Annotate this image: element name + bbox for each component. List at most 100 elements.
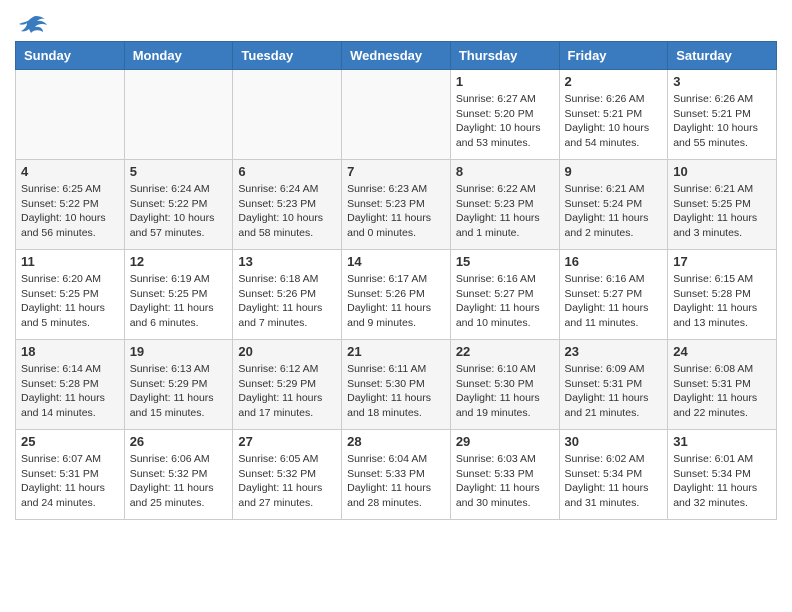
calendar-cell: 10 Sunrise: 6:21 AM Sunset: 5:25 PM Dayli…	[668, 160, 777, 250]
main-container: SundayMondayTuesdayWednesdayThursdayFrid…	[0, 0, 792, 535]
calendar-cell: 17 Sunrise: 6:15 AM Sunset: 5:28 PM Dayli…	[668, 250, 777, 340]
calendar-cell: 15 Sunrise: 6:16 AM Sunset: 5:27 PM Dayli…	[450, 250, 559, 340]
cell-info: Sunrise: 6:24 AM Sunset: 5:23 PM Dayligh…	[238, 182, 336, 241]
cell-info: Sunrise: 6:12 AM Sunset: 5:29 PM Dayligh…	[238, 362, 336, 421]
cell-day-number: 23	[565, 344, 663, 359]
cell-info: Sunrise: 6:11 AM Sunset: 5:30 PM Dayligh…	[347, 362, 445, 421]
cell-info: Sunrise: 6:10 AM Sunset: 5:30 PM Dayligh…	[456, 362, 554, 421]
cell-info: Sunrise: 6:03 AM Sunset: 5:33 PM Dayligh…	[456, 452, 554, 511]
cell-day-number: 18	[21, 344, 119, 359]
calendar-cell: 24Sunrise: 6:08 AM Sunset: 5:31 PM Dayli…	[668, 340, 777, 430]
cell-day-number: 30	[565, 434, 663, 449]
calendar-week-5: 25 Sunrise: 6:07 AM Sunset: 5:31 PM Dayli…	[16, 430, 777, 520]
cell-info: Sunrise: 6:01 AM Sunset: 5:34 PM Dayligh…	[673, 452, 771, 511]
cell-day-number: 27	[238, 434, 336, 449]
calendar-cell: 13 Sunrise: 6:18 AM Sunset: 5:26 PM Dayli…	[233, 250, 342, 340]
cell-info: Sunrise: 6:26 AM Sunset: 5:21 PM Dayligh…	[673, 92, 771, 151]
cell-info: Sunrise: 6:23 AM Sunset: 5:23 PM Dayligh…	[347, 182, 445, 241]
calendar-cell: 25 Sunrise: 6:07 AM Sunset: 5:31 PM Dayli…	[16, 430, 125, 520]
calendar-cell: 20 Sunrise: 6:12 AM Sunset: 5:29 PM Dayli…	[233, 340, 342, 430]
calendar-week-4: 18 Sunrise: 6:14 AM Sunset: 5:28 PM Dayli…	[16, 340, 777, 430]
logo-bird-icon	[19, 15, 47, 37]
cell-day-number: 8	[456, 164, 554, 179]
cell-day-number: 5	[130, 164, 228, 179]
calendar-cell: 22 Sunrise: 6:10 AM Sunset: 5:30 PM Dayli…	[450, 340, 559, 430]
cell-info: Sunrise: 6:16 AM Sunset: 5:27 PM Dayligh…	[456, 272, 554, 331]
cell-day-number: 17	[673, 254, 771, 269]
calendar-cell: 27 Sunrise: 6:05 AM Sunset: 5:32 PM Dayli…	[233, 430, 342, 520]
cell-info: Sunrise: 6:27 AM Sunset: 5:20 PM Dayligh…	[456, 92, 554, 151]
calendar-cell: 4 Sunrise: 6:25 AM Sunset: 5:22 PM Daylig…	[16, 160, 125, 250]
calendar-cell: 5 Sunrise: 6:24 AM Sunset: 5:22 PM Daylig…	[124, 160, 233, 250]
day-header-wednesday: Wednesday	[342, 42, 451, 70]
calendar-cell: 18 Sunrise: 6:14 AM Sunset: 5:28 PM Dayli…	[16, 340, 125, 430]
header	[15, 10, 777, 33]
calendar-cell: 6 Sunrise: 6:24 AM Sunset: 5:23 PM Daylig…	[233, 160, 342, 250]
calendar-cell: 14Sunrise: 6:17 AM Sunset: 5:26 PM Dayli…	[342, 250, 451, 340]
calendar-cell: 16Sunrise: 6:16 AM Sunset: 5:27 PM Dayli…	[559, 250, 668, 340]
cell-day-number: 13	[238, 254, 336, 269]
calendar-week-3: 11Sunrise: 6:20 AM Sunset: 5:25 PM Dayli…	[16, 250, 777, 340]
calendar-cell: 3 Sunrise: 6:26 AM Sunset: 5:21 PM Daylig…	[668, 70, 777, 160]
cell-day-number: 31	[673, 434, 771, 449]
cell-info: Sunrise: 6:24 AM Sunset: 5:22 PM Dayligh…	[130, 182, 228, 241]
cell-day-number: 19	[130, 344, 228, 359]
calendar-header-row: SundayMondayTuesdayWednesdayThursdayFrid…	[16, 42, 777, 70]
cell-day-number: 7	[347, 164, 445, 179]
cell-day-number: 20	[238, 344, 336, 359]
cell-info: Sunrise: 6:25 AM Sunset: 5:22 PM Dayligh…	[21, 182, 119, 241]
calendar-cell: 26Sunrise: 6:06 AM Sunset: 5:32 PM Dayli…	[124, 430, 233, 520]
cell-info: Sunrise: 6:19 AM Sunset: 5:25 PM Dayligh…	[130, 272, 228, 331]
cell-info: Sunrise: 6:21 AM Sunset: 5:25 PM Dayligh…	[673, 182, 771, 241]
cell-day-number: 11	[21, 254, 119, 269]
day-header-friday: Friday	[559, 42, 668, 70]
cell-info: Sunrise: 6:14 AM Sunset: 5:28 PM Dayligh…	[21, 362, 119, 421]
cell-info: Sunrise: 6:22 AM Sunset: 5:23 PM Dayligh…	[456, 182, 554, 241]
calendar-cell: 9 Sunrise: 6:21 AM Sunset: 5:24 PM Daylig…	[559, 160, 668, 250]
cell-day-number: 3	[673, 74, 771, 89]
cell-day-number: 25	[21, 434, 119, 449]
cell-info: Sunrise: 6:09 AM Sunset: 5:31 PM Dayligh…	[565, 362, 663, 421]
cell-info: Sunrise: 6:06 AM Sunset: 5:32 PM Dayligh…	[130, 452, 228, 511]
calendar-cell: 29Sunrise: 6:03 AM Sunset: 5:33 PM Dayli…	[450, 430, 559, 520]
calendar-cell: 21Sunrise: 6:11 AM Sunset: 5:30 PM Dayli…	[342, 340, 451, 430]
calendar-cell: 19Sunrise: 6:13 AM Sunset: 5:29 PM Dayli…	[124, 340, 233, 430]
cell-day-number: 22	[456, 344, 554, 359]
cell-info: Sunrise: 6:26 AM Sunset: 5:21 PM Dayligh…	[565, 92, 663, 151]
calendar-cell: 28Sunrise: 6:04 AM Sunset: 5:33 PM Dayli…	[342, 430, 451, 520]
cell-info: Sunrise: 6:04 AM Sunset: 5:33 PM Dayligh…	[347, 452, 445, 511]
cell-info: Sunrise: 6:02 AM Sunset: 5:34 PM Dayligh…	[565, 452, 663, 511]
calendar-week-1: 1 Sunrise: 6:27 AM Sunset: 5:20 PM Daylig…	[16, 70, 777, 160]
cell-day-number: 6	[238, 164, 336, 179]
calendar-cell: 1 Sunrise: 6:27 AM Sunset: 5:20 PM Daylig…	[450, 70, 559, 160]
cell-info: Sunrise: 6:17 AM Sunset: 5:26 PM Dayligh…	[347, 272, 445, 331]
calendar-cell	[124, 70, 233, 160]
calendar-cell: 23 Sunrise: 6:09 AM Sunset: 5:31 PM Dayli…	[559, 340, 668, 430]
cell-day-number: 9	[565, 164, 663, 179]
calendar-cell: 7 Sunrise: 6:23 AM Sunset: 5:23 PM Daylig…	[342, 160, 451, 250]
cell-info: Sunrise: 6:21 AM Sunset: 5:24 PM Dayligh…	[565, 182, 663, 241]
calendar-cell: 12Sunrise: 6:19 AM Sunset: 5:25 PM Dayli…	[124, 250, 233, 340]
cell-day-number: 1	[456, 74, 554, 89]
calendar-cell	[233, 70, 342, 160]
calendar-cell	[16, 70, 125, 160]
calendar-cell: 2 Sunrise: 6:26 AM Sunset: 5:21 PM Daylig…	[559, 70, 668, 160]
cell-day-number: 2	[565, 74, 663, 89]
cell-day-number: 15	[456, 254, 554, 269]
cell-info: Sunrise: 6:05 AM Sunset: 5:32 PM Dayligh…	[238, 452, 336, 511]
cell-day-number: 10	[673, 164, 771, 179]
cell-day-number: 4	[21, 164, 119, 179]
cell-info: Sunrise: 6:18 AM Sunset: 5:26 PM Dayligh…	[238, 272, 336, 331]
logo	[15, 10, 47, 33]
cell-info: Sunrise: 6:08 AM Sunset: 5:31 PM Dayligh…	[673, 362, 771, 421]
calendar-cell	[342, 70, 451, 160]
calendar-table: SundayMondayTuesdayWednesdayThursdayFrid…	[15, 41, 777, 520]
calendar-week-2: 4 Sunrise: 6:25 AM Sunset: 5:22 PM Daylig…	[16, 160, 777, 250]
cell-info: Sunrise: 6:16 AM Sunset: 5:27 PM Dayligh…	[565, 272, 663, 331]
calendar-cell: 30 Sunrise: 6:02 AM Sunset: 5:34 PM Dayli…	[559, 430, 668, 520]
day-header-tuesday: Tuesday	[233, 42, 342, 70]
cell-info: Sunrise: 6:15 AM Sunset: 5:28 PM Dayligh…	[673, 272, 771, 331]
day-header-thursday: Thursday	[450, 42, 559, 70]
calendar-cell: 31 Sunrise: 6:01 AM Sunset: 5:34 PM Dayli…	[668, 430, 777, 520]
cell-info: Sunrise: 6:07 AM Sunset: 5:31 PM Dayligh…	[21, 452, 119, 511]
